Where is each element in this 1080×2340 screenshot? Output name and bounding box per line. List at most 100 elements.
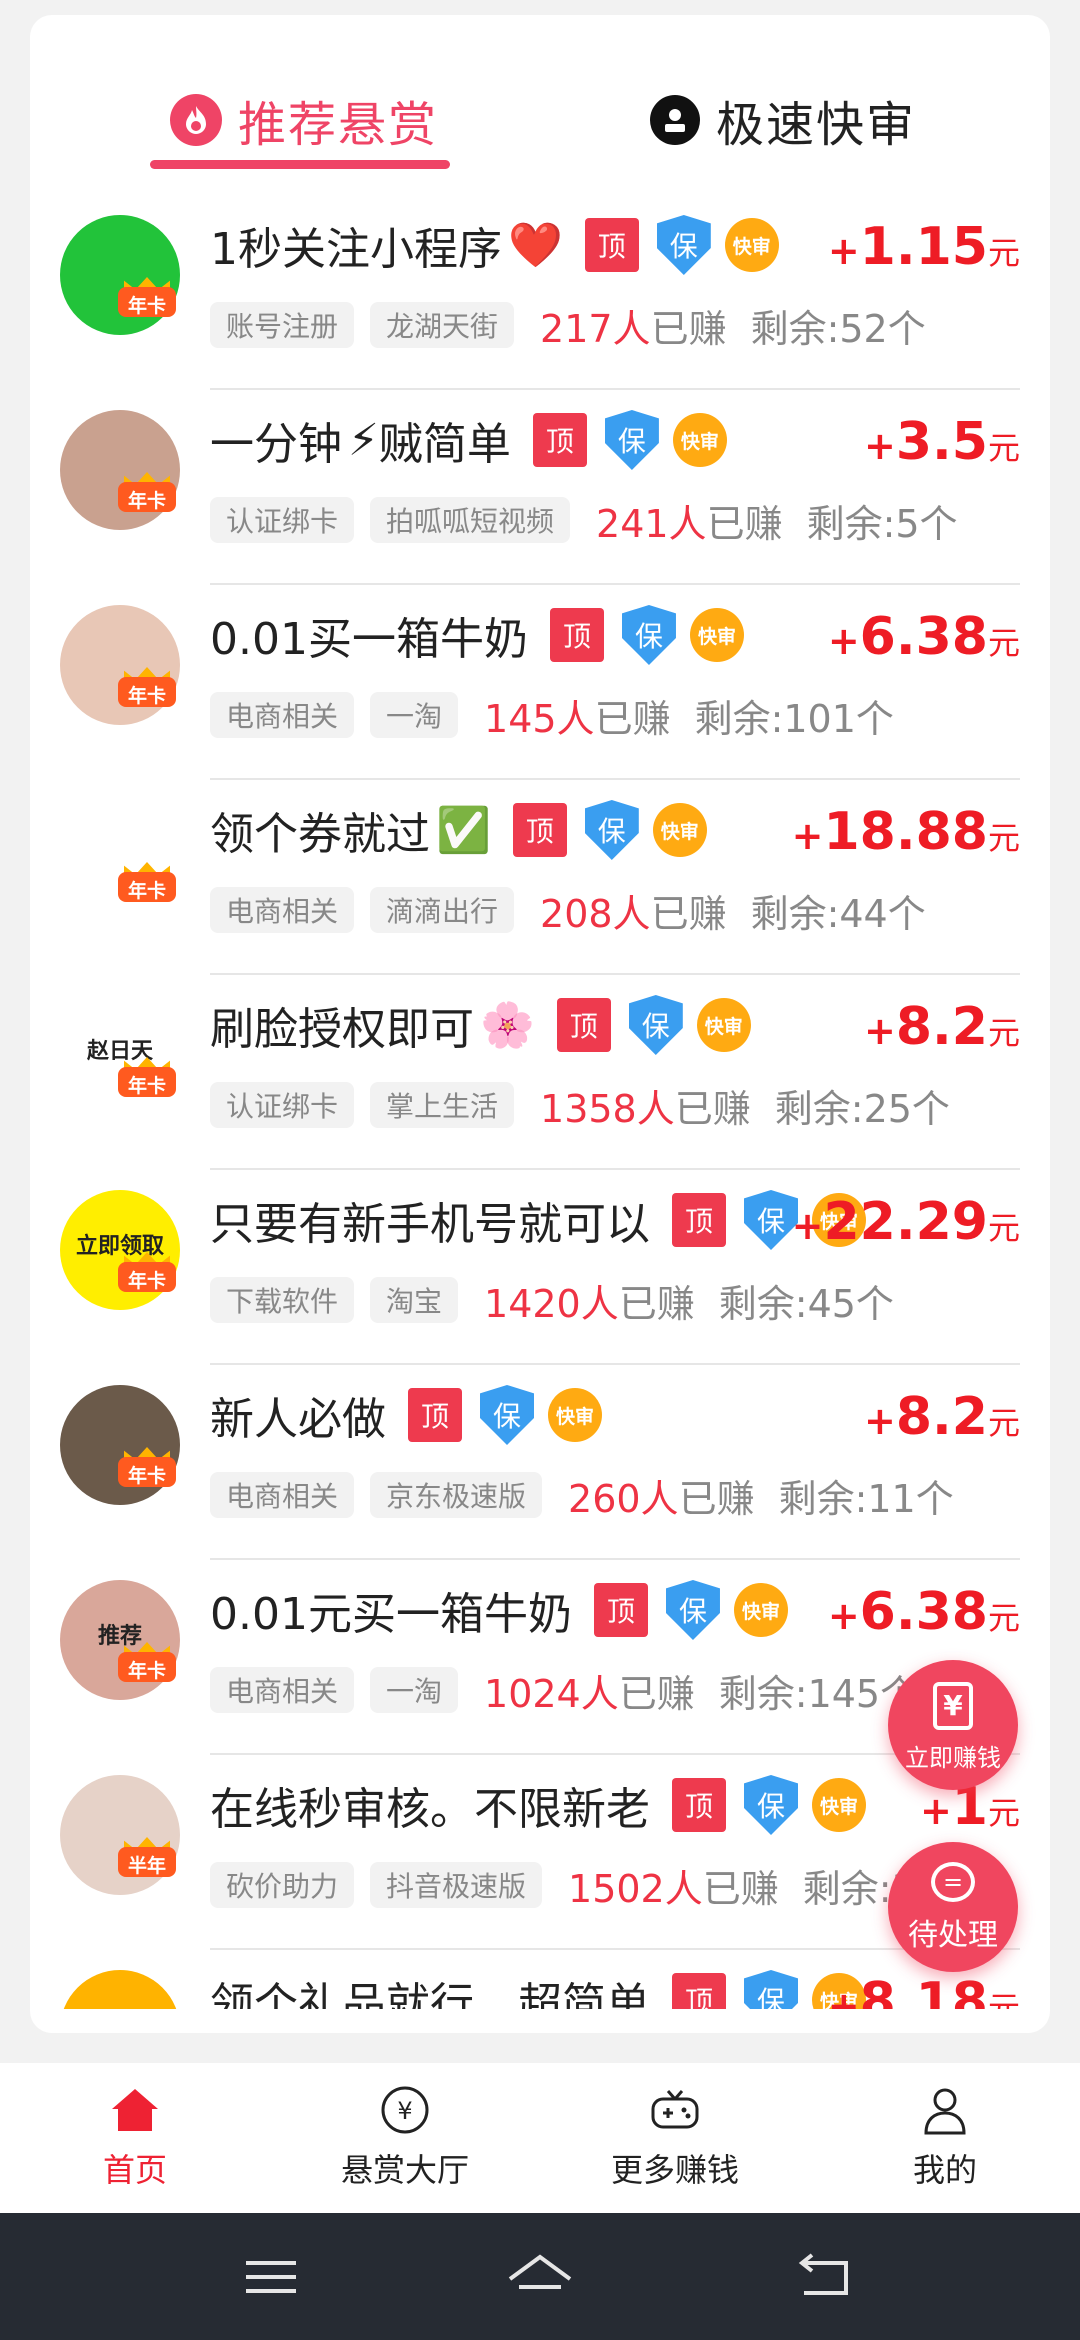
- reward-amount: 22.29: [823, 1192, 988, 1252]
- task-tag-app: 一淘: [370, 692, 459, 738]
- task-row[interactable]: 年卡 1秒关注小程序 ❤️ 顶 保 快审 +1.15元 账号注册 龙湖天街 217…: [30, 195, 1050, 390]
- task-badges: 顶 保 快审: [532, 410, 727, 470]
- top-badge: 顶: [672, 1778, 726, 1832]
- menu-icon[interactable]: [236, 2241, 306, 2311]
- task-avatar: [60, 1970, 180, 2009]
- task-title-text: 一分钟: [210, 419, 342, 470]
- remaining-count: 剩余:25个: [774, 1086, 950, 1131]
- fast-review-badge: 快审: [689, 608, 744, 662]
- task-badges: 顶 保 快审: [512, 800, 707, 860]
- task-title: 领个礼品就行，超简单 顶 保 快审: [210, 1968, 866, 2009]
- task-row[interactable]: 年卡 领个券就过 ✅ 顶 保 快审 +18.88元 电商相关 滴滴出行 208人已…: [30, 780, 1050, 975]
- top-badge: 顶: [408, 1388, 462, 1442]
- task-row[interactable]: 年卡 领个礼品就行，超简单 顶 保 快审 +8.18元 电商相关 淘宝: [30, 1950, 1050, 2009]
- reward-sign: +: [827, 229, 860, 273]
- reward-amount: 3.5: [895, 412, 988, 472]
- task-emoji: ❤️: [508, 220, 563, 271]
- reward-amount: 8.18: [859, 1972, 988, 2009]
- reward-unit: 元: [987, 1014, 1020, 1052]
- pending-button[interactable]: = 待处理: [888, 1842, 1018, 1972]
- reward-sign: +: [791, 814, 824, 858]
- task-tag-category: 下载软件: [210, 1277, 355, 1323]
- remaining-count: 剩余:101个: [694, 696, 894, 741]
- task-row[interactable]: 年卡 一分钟 ⚡ 贼简单 顶 保 快审 +3.5元 认证绑卡 拍呱呱短视频 241人…: [30, 390, 1050, 585]
- task-title: 领个券就过 ✅ 顶 保 快审: [210, 798, 707, 862]
- task-title: 在线秒审核。不限新老 顶 保 快审: [210, 1773, 866, 1837]
- remaining-count: 剩余:44个: [750, 891, 926, 936]
- home-icon: [112, 2089, 158, 2131]
- reward-unit: 元: [987, 429, 1020, 467]
- tab-fast-review[interactable]: 极速快审: [650, 75, 916, 165]
- reward-amount: 6.38: [859, 607, 988, 667]
- vip-crown-badge: 年卡: [118, 472, 176, 512]
- task-meta: 认证绑卡 掌上生活 1358人 已赚 剩余:25个: [210, 1080, 950, 1131]
- top-badge: 顶: [549, 608, 604, 662]
- nav-bounty-hall[interactable]: ¥ 悬赏大厅: [270, 2063, 540, 2213]
- app-screen: 推荐悬赏 极速快审 年卡 1秒关注小程序 ❤️ 顶 保 快审 +1.15元 账号…: [0, 0, 1080, 2340]
- fast-review-badge: 快审: [652, 803, 707, 857]
- task-tag-category: 认证绑卡: [210, 497, 355, 543]
- fast-review-badge: 快审: [733, 1583, 788, 1637]
- guarantee-shield-icon: 保: [480, 1385, 534, 1445]
- task-tag-app: 抖音极速版: [370, 1862, 543, 1908]
- task-tag-category: 电商相关: [210, 1472, 355, 1518]
- top-badge: 顶: [672, 1193, 726, 1247]
- task-row[interactable]: 赵日天 年卡 刷脸授权即可 🌸 顶 保 快审 +8.2元 认证绑卡 掌上生活 1…: [30, 975, 1050, 1170]
- tab-recommended[interactable]: 推荐悬赏: [170, 75, 438, 165]
- nav-home-label: 首页: [102, 2151, 167, 2189]
- earn-now-button[interactable]: ¥ 立即赚钱: [888, 1660, 1018, 1790]
- task-badges: 顶 保 快审: [584, 215, 779, 275]
- earned-suffix: 已赚: [706, 501, 783, 546]
- vip-badge-label: 年卡: [127, 1660, 166, 1682]
- earned-count: 208人: [540, 891, 651, 936]
- reward-sign: +: [864, 424, 896, 468]
- earned-suffix: 已赚: [618, 1281, 695, 1326]
- earned-count: 241人: [596, 501, 707, 546]
- active-tab-indicator: [150, 160, 450, 169]
- vip-badge-label: 年卡: [127, 295, 166, 317]
- reward-sign: +: [864, 1399, 896, 1443]
- back-icon[interactable]: [790, 2241, 860, 2311]
- task-tag-category: 认证绑卡: [210, 1082, 355, 1128]
- fire-icon: [170, 94, 222, 146]
- earned-suffix: 已赚: [674, 1086, 751, 1131]
- home-system-icon[interactable]: [505, 2241, 575, 2311]
- vip-badge-label: 年卡: [127, 1075, 166, 1097]
- task-tag-app: 掌上生活: [370, 1082, 515, 1128]
- remaining-count: 剩余:5个: [806, 501, 958, 546]
- task-title: 只要有新手机号就可以 顶 保 快审: [210, 1188, 866, 1252]
- fast-review-badge: 快审: [672, 413, 727, 467]
- vip-crown-badge: 年卡: [118, 667, 176, 707]
- fast-review-badge: 快审: [812, 1778, 866, 1832]
- task-meta: 电商相关 一淘 145人 已赚 剩余:101个: [210, 690, 894, 741]
- task-row[interactable]: 立即领取 年卡 只要有新手机号就可以 顶 保 快审 +22.29元 下载软件 淘…: [30, 1170, 1050, 1365]
- gamepad-icon: [651, 2090, 699, 2129]
- task-reward: +22.29元: [792, 1192, 1020, 1252]
- vip-badge-label: 年卡: [127, 880, 166, 902]
- task-title: 0.01元买一箱牛奶 顶 保 快审: [210, 1578, 788, 1642]
- task-meta: 电商相关 滴滴出行 208人 已赚 剩余:44个: [210, 885, 926, 936]
- guarantee-shield-icon: 保: [744, 1970, 798, 2009]
- bottom-nav: 首页 ¥ 悬赏大厅 更多赚钱 我的: [0, 2063, 1080, 2213]
- task-meta: 电商相关 一淘 1024人 已赚 剩余:145个: [210, 1665, 918, 1716]
- top-badge: 顶: [584, 218, 639, 272]
- task-reward: +18.88元: [792, 802, 1020, 862]
- guarantee-shield-icon: 保: [621, 605, 676, 665]
- reward-unit: 元: [987, 1404, 1020, 1442]
- task-tag-app: 龙湖天街: [370, 302, 515, 348]
- task-badges: 顶 保 快审: [593, 1580, 788, 1640]
- task-row[interactable]: 年卡 新人必做 顶 保 快审 +8.2元 电商相关 京东极速版 260人 已赚 剩…: [30, 1365, 1050, 1560]
- reward-unit: 元: [987, 234, 1020, 272]
- top-badge: 顶: [512, 803, 567, 857]
- task-title: 刷脸授权即可 🌸 顶 保 快审: [210, 993, 751, 1057]
- task-row[interactable]: 年卡 0.01买一箱牛奶 顶 保 快审 +6.38元 电商相关 一淘 145人已…: [30, 585, 1050, 780]
- vip-crown-badge: 年卡: [118, 862, 176, 902]
- nav-profile[interactable]: 我的: [810, 2063, 1080, 2213]
- earned-count: 217人: [540, 306, 651, 351]
- nav-more-earn[interactable]: 更多赚钱: [540, 2063, 810, 2213]
- vip-crown-badge: 年卡: [118, 1447, 176, 1487]
- earned-count: 1502人: [568, 1866, 703, 1911]
- tab-fast-review-label: 极速快审: [716, 97, 917, 153]
- nav-home[interactable]: 首页: [0, 2063, 270, 2213]
- task-tag-app: 淘宝: [370, 1277, 459, 1323]
